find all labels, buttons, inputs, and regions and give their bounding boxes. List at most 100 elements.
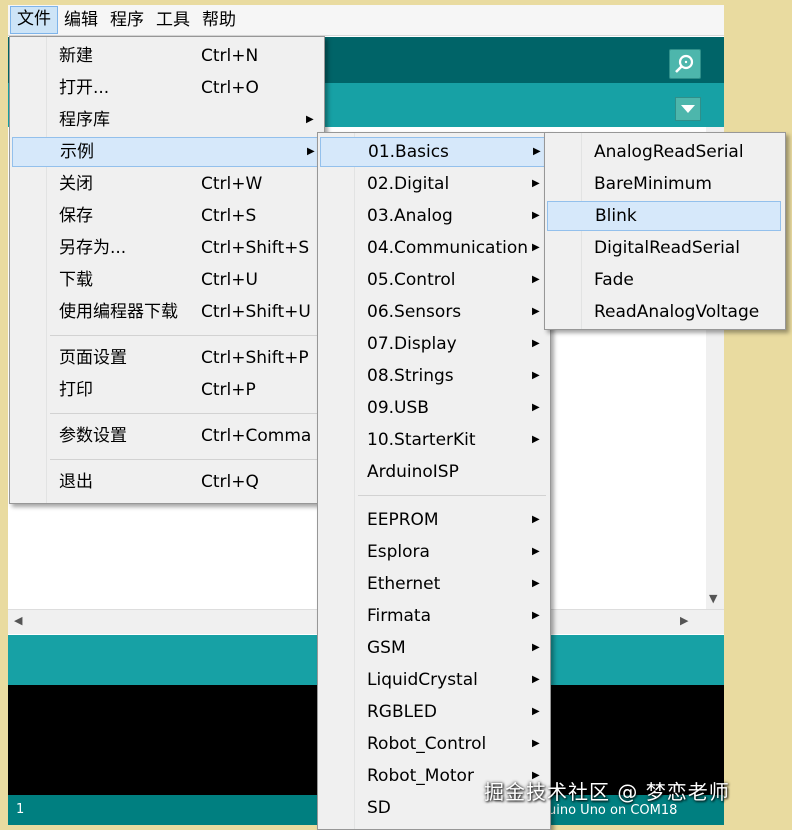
menu-item-label: 程序库 (59, 110, 110, 130)
menu-item-label: 参数设置 (59, 426, 127, 446)
submenu-arrow-icon: ▶ (532, 274, 540, 285)
chevron-right-icon[interactable]: ▶ (680, 614, 688, 627)
examples-menu-item[interactable]: Esplora ▶ (320, 537, 546, 567)
menu-item-label: 退出 (59, 472, 93, 492)
file-menu-item[interactable]: 另存为... Ctrl+Shift+S (12, 233, 320, 263)
basics-menu-item[interactable]: Blink (547, 201, 781, 231)
tab-menu-button[interactable] (675, 97, 701, 121)
basics-menu-item[interactable]: DigitalReadSerial (547, 233, 781, 263)
menu-item-shortcut: Ctrl+W (201, 174, 263, 194)
menu-item-label: 10.StarterKit (367, 430, 476, 450)
menu-help[interactable]: 帮助 (196, 7, 242, 33)
submenu-arrow-icon: ▶ (532, 514, 540, 525)
file-menu-item[interactable]: 参数设置 Ctrl+Comma (12, 421, 320, 451)
serial-monitor-button[interactable] (669, 49, 701, 79)
basics-menu-item[interactable]: ReadAnalogVoltage (547, 297, 781, 327)
triangle-down-icon (681, 105, 695, 113)
examples-menu-item[interactable]: 08.Strings ▶ (320, 361, 546, 391)
menu-item-shortcut: Ctrl+P (201, 380, 256, 400)
basics-menu-item[interactable]: BareMinimum (547, 169, 781, 199)
submenu-arrow-icon: ▶ (533, 146, 541, 157)
menu-item-label: 07.Display (367, 334, 457, 354)
menu-item-label: Ethernet (367, 574, 441, 594)
file-menu-item[interactable]: 使用编程器下载 Ctrl+Shift+U (12, 297, 320, 327)
menu-item-shortcut: Ctrl+Q (201, 472, 259, 492)
examples-menu-item[interactable]: Ethernet ▶ (320, 569, 546, 599)
menu-item-label: Firmata (367, 606, 432, 626)
examples-menu-item[interactable]: 04.Communication ▶ (320, 233, 546, 263)
line-number: 1 (16, 802, 25, 817)
menu-sketch[interactable]: 程序 (104, 7, 150, 33)
submenu-arrow-icon: ▶ (532, 642, 540, 653)
menu-item-label: Robot_Control (367, 734, 487, 754)
submenu-arrow-icon: ▶ (532, 546, 540, 557)
file-menu-item[interactable]: 关闭 Ctrl+W (12, 169, 320, 199)
magnifier-icon (675, 54, 694, 73)
examples-menu-item[interactable]: 03.Analog ▶ (320, 201, 546, 231)
submenu-arrow-icon: ▶ (307, 146, 315, 157)
examples-menu-item[interactable]: RGBLED ▶ (320, 697, 546, 727)
menu-separator (50, 335, 320, 336)
menu-item-label: 05.Control (367, 270, 456, 290)
menu-item-label: 下载 (59, 270, 93, 290)
examples-menu-item[interactable]: Firmata ▶ (320, 601, 546, 631)
menu-item-shortcut: Ctrl+S (201, 206, 257, 226)
examples-submenu: 01.Basics ▶ 02.Digital ▶ 03.Analog ▶ 04.Commun… (317, 132, 551, 830)
file-menu-item[interactable]: 程序库 ▶ (12, 105, 320, 135)
chevron-left-icon[interactable]: ◀ (14, 614, 22, 627)
menu-item-label: 04.Communication (367, 238, 529, 258)
menu-item-label: 新建 (59, 46, 93, 66)
examples-menu-item[interactable]: 06.Sensors ▶ (320, 297, 546, 327)
board-port-label: uino Uno on COM18 (548, 803, 678, 818)
examples-menu-item[interactable]: ArduinoISP (320, 457, 546, 487)
watermark: 掘金技术社区 @ 梦恋老师 (484, 780, 730, 804)
examples-menu-item[interactable]: GSM ▶ (320, 633, 546, 663)
file-menu-item[interactable]: 示例 ▶ (12, 137, 320, 167)
menu-item-label: EEPROM (367, 510, 439, 530)
examples-menu-item[interactable]: EEPROM ▶ (320, 505, 546, 535)
menu-item-label: 03.Analog (367, 206, 453, 226)
submenu-arrow-icon: ▶ (532, 338, 540, 349)
file-menu-item[interactable]: 新建 Ctrl+N (12, 41, 320, 71)
menu-file[interactable]: 文件 (10, 6, 58, 34)
examples-menu-item[interactable]: 07.Display ▶ (320, 329, 546, 359)
menu-item-label: 08.Strings (367, 366, 454, 386)
examples-menu-item[interactable]: 10.StarterKit ▶ (320, 425, 546, 455)
file-menu-item[interactable]: 退出 Ctrl+Q (12, 467, 320, 497)
menu-edit[interactable]: 编辑 (58, 7, 104, 33)
file-menu-item[interactable]: 页面设置 Ctrl+Shift+P (12, 343, 320, 373)
menu-item-label: DigitalReadSerial (594, 238, 740, 258)
examples-menu-item[interactable]: LiquidCrystal ▶ (320, 665, 546, 695)
menu-item-label: 打印 (59, 380, 93, 400)
menu-item-shortcut: Ctrl+Shift+S (201, 238, 310, 258)
menu-tools[interactable]: 工具 (150, 7, 196, 33)
examples-menu-item[interactable]: 05.Control ▶ (320, 265, 546, 295)
menu-item-label: 关闭 (59, 174, 93, 194)
submenu-arrow-icon: ▶ (532, 402, 540, 413)
menu-item-label: BareMinimum (594, 174, 712, 194)
chevron-down-icon[interactable]: ▼ (709, 592, 717, 605)
menu-item-label: 打开... (59, 78, 110, 98)
menu-separator (358, 495, 546, 496)
file-menu-item[interactable]: 打开... Ctrl+O (12, 73, 320, 103)
basics-submenu: AnalogReadSerial BareMinimum Blink DigitalR… (544, 132, 786, 330)
menu-item-shortcut: Ctrl+Shift+U (201, 302, 311, 322)
menu-item-label: Esplora (367, 542, 430, 562)
examples-menu-item[interactable]: 02.Digital ▶ (320, 169, 546, 199)
examples-menu-item[interactable]: 01.Basics ▶ (320, 137, 546, 167)
submenu-arrow-icon: ▶ (532, 434, 540, 445)
examples-menu-item[interactable]: 09.USB ▶ (320, 393, 546, 423)
basics-menu-item[interactable]: AnalogReadSerial (547, 137, 781, 167)
submenu-arrow-icon: ▶ (532, 370, 540, 381)
menu-item-label: RGBLED (367, 702, 437, 722)
menu-item-label: GSM (367, 638, 406, 658)
file-menu-item[interactable]: 下载 Ctrl+U (12, 265, 320, 295)
submenu-arrow-icon: ▶ (532, 738, 540, 749)
menu-bar: 文件 编辑 程序 工具 帮助 (8, 5, 724, 36)
menu-separator (50, 459, 320, 460)
basics-menu-item[interactable]: Fade (547, 265, 781, 295)
file-menu-item[interactable]: 打印 Ctrl+P (12, 375, 320, 405)
menu-item-label: Robot_Motor (367, 766, 474, 786)
file-menu-item[interactable]: 保存 Ctrl+S (12, 201, 320, 231)
examples-menu-item[interactable]: Robot_Control ▶ (320, 729, 546, 759)
